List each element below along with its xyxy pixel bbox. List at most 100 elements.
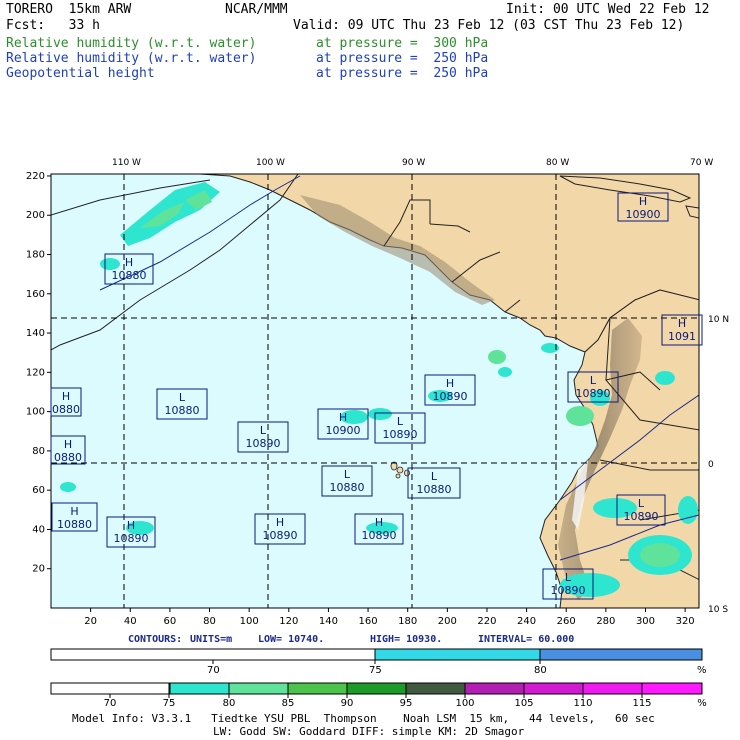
- center-value: 10890: [624, 510, 659, 523]
- y-tick-label: 100: [26, 407, 45, 418]
- x-tick-label: 140: [319, 616, 338, 627]
- lon-label: 90 W: [402, 158, 425, 168]
- center-value: 10880: [112, 269, 147, 282]
- cb2-label: %: [697, 698, 707, 709]
- center-value: 10900: [626, 208, 661, 221]
- center-value: 10880: [330, 481, 365, 494]
- center-type: L: [431, 470, 438, 483]
- colorbar-250hpa: 70 75 80 85 90 95 100 105 110 115%: [50, 682, 707, 709]
- y-tick-label: 120: [26, 367, 45, 378]
- center-value: 10890: [551, 584, 586, 597]
- center-type: H: [64, 438, 72, 451]
- lon-label: 80 W: [546, 158, 569, 168]
- center-value: 10880: [165, 404, 200, 417]
- center-value: 10890: [114, 532, 149, 545]
- x-tick-label: 180: [398, 616, 417, 627]
- center-value: 10890: [576, 387, 611, 400]
- weather-map: 110 W 100 W 90 W 80 W 70 W 10 N 0 10 S 2…: [26, 158, 729, 709]
- center-value: 10890: [263, 529, 298, 542]
- colorbar-300hpa: 70 75 80 %: [50, 648, 707, 676]
- cb2-label: 105: [514, 698, 533, 709]
- y-tick-label: 140: [26, 328, 45, 339]
- x-tick-label: 200: [438, 616, 457, 627]
- cb2-label: 115: [632, 698, 651, 709]
- x-tick-label: 220: [477, 616, 496, 627]
- center-type: H: [446, 377, 454, 390]
- y-tick-label: 220: [26, 171, 45, 182]
- x-tick-label: 280: [596, 616, 615, 627]
- model-info-line1: Model Info: V3.3.1 Tiedtke YSU PBL Thomp…: [72, 712, 655, 725]
- colorbar-segment: [169, 682, 230, 695]
- cb2-label: 85: [282, 698, 295, 709]
- x-tick-label: 120: [279, 616, 298, 627]
- y-tick-label: 20: [32, 564, 45, 575]
- cb2-label: 110: [573, 698, 592, 709]
- x-tick-label: 300: [636, 616, 655, 627]
- x-tick-label: 60: [164, 616, 177, 627]
- center-type: L: [397, 415, 404, 428]
- center-type: H: [276, 516, 284, 529]
- x-axis-ticks: 20 40 60 80 100 120 140 160 180 200 220 240 260 280 30…: [84, 608, 695, 627]
- x-tick-label: 160: [359, 616, 378, 627]
- y-tick-label: 60: [32, 485, 45, 496]
- center-value: 0880: [52, 403, 80, 416]
- x-tick-label: 260: [557, 616, 576, 627]
- x-tick-label: 80: [203, 616, 216, 627]
- contours-units: UNITS=m: [190, 634, 232, 645]
- latitude-labels: 10 N 0 10 S: [708, 315, 729, 615]
- y-tick-label: 80: [32, 446, 45, 457]
- x-tick-label: 240: [517, 616, 536, 627]
- center-type: H: [62, 390, 70, 403]
- center-value: 10900: [326, 424, 361, 437]
- model-info-line2: LW: Godd SW: Goddard DIFF: simple KM: 2D…: [213, 725, 525, 738]
- lat-label: 10 S: [708, 605, 728, 615]
- cb1-label: 70: [207, 665, 220, 676]
- center-type: H: [375, 516, 383, 529]
- colorbar-segment: [228, 682, 289, 695]
- y-axis-ticks: 20 40 60 80 100 120 140 160 180 200 220: [26, 171, 51, 575]
- colorbar-segment: [287, 682, 348, 695]
- center-type: H: [127, 519, 135, 532]
- center-type: L: [565, 571, 572, 584]
- contours-label: CONTOURS:: [128, 634, 182, 645]
- lat-label: 0: [708, 460, 714, 470]
- cb2-label: 95: [400, 698, 413, 709]
- longitude-labels: 110 W 100 W 90 W 80 W 70 W: [112, 158, 713, 168]
- x-tick-label: 100: [240, 616, 259, 627]
- cb2-label: 100: [455, 698, 474, 709]
- colorbar-segment: [641, 682, 703, 695]
- colorbar-segment: [405, 682, 466, 695]
- center-value: 10890: [362, 529, 397, 542]
- lon-label: 100 W: [256, 158, 285, 168]
- contours-low: LOW= 10740.: [258, 634, 324, 645]
- cb2-label: 75: [163, 698, 176, 709]
- center-type: L: [179, 391, 186, 404]
- y-tick-label: 40: [32, 524, 45, 535]
- y-tick-label: 160: [26, 289, 45, 300]
- center-type: H: [678, 317, 686, 330]
- center-type: L: [260, 424, 267, 437]
- contour-info: CONTOURS: UNITS=m LOW= 10740. HIGH= 1093…: [128, 634, 574, 645]
- lon-label: 70 W: [690, 158, 713, 168]
- center-value: 1091: [668, 330, 696, 343]
- center-value: 10890: [433, 390, 468, 403]
- y-tick-label: 200: [26, 210, 45, 221]
- lon-label: 110 W: [112, 158, 141, 168]
- cb2-label: 80: [223, 698, 236, 709]
- center-type: H: [639, 195, 647, 208]
- center-type: H: [125, 256, 133, 269]
- center-type: L: [638, 497, 645, 510]
- colorbar-segment: [346, 682, 407, 695]
- cb1-label: 80: [534, 665, 547, 676]
- center-value: 10890: [246, 437, 281, 450]
- lat-label: 10 N: [708, 315, 729, 325]
- cb2-label: 90: [341, 698, 354, 709]
- center-value: 10880: [57, 518, 92, 531]
- center-value: 0880: [54, 451, 82, 464]
- contours-high: HIGH= 10930.: [370, 634, 442, 645]
- center-value: 10880: [417, 483, 452, 496]
- x-tick-label: 320: [676, 616, 695, 627]
- center-type: L: [590, 374, 597, 387]
- x-tick-label: 20: [84, 616, 97, 627]
- contours-interval: INTERVAL= 60.000: [478, 634, 574, 645]
